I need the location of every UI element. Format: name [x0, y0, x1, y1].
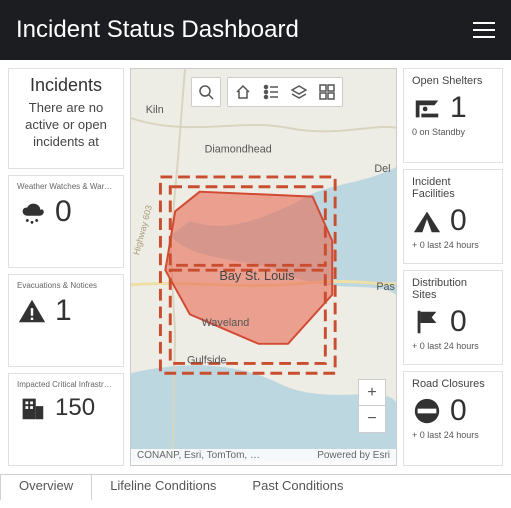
building-icon	[17, 393, 47, 423]
attrib-left: CONANP, Esri, TomTom, …	[137, 450, 260, 464]
roads-card: Road Closures 0 + 0 last 24 hours	[403, 371, 503, 466]
evac-title: Evacuations & Notices	[17, 281, 115, 290]
infra-card: Impacted Critical Infrastructure 150	[8, 373, 124, 466]
roads-value: 0	[450, 394, 467, 428]
zoom-control: + −	[358, 379, 386, 433]
map-label-gulfside: Gulfside	[187, 354, 227, 366]
map-toolbar	[191, 77, 343, 107]
flag-icon	[412, 307, 442, 337]
dist-card: Distribution Sites 0 + 0 last 24 hours	[403, 270, 503, 365]
map-label-del: Del	[374, 163, 390, 175]
watches-card: Weather Watches & Warnings 0	[8, 175, 124, 268]
map-label-bay: Bay St. Louis	[219, 268, 294, 283]
shelters-card: Open Shelters 1 0 on Standby	[403, 68, 503, 163]
legend-icon[interactable]	[262, 83, 280, 101]
evac-card: Evacuations & Notices 1	[8, 274, 124, 367]
map-search-button[interactable]	[191, 77, 221, 107]
roads-sub: + 0 last 24 hours	[412, 430, 494, 440]
map-canvas[interactable]: Kiln Diamondhead Del Bay St. Louis Wavel…	[131, 69, 396, 462]
rain-cloud-icon	[17, 197, 47, 227]
facilities-title: Incident Facilities	[412, 176, 494, 200]
facilities-sub: + 0 last 24 hours	[412, 240, 494, 250]
tab-lifeline[interactable]: Lifeline Conditions	[92, 475, 234, 500]
app-header: Incident Status Dashboard	[0, 0, 511, 60]
search-icon	[197, 83, 215, 101]
tab-overview[interactable]: Overview	[0, 475, 92, 501]
layers-icon[interactable]	[290, 83, 308, 101]
roads-title: Road Closures	[412, 378, 494, 390]
map-panel[interactable]: Kiln Diamondhead Del Bay St. Louis Wavel…	[130, 68, 397, 466]
shelter-icon	[412, 93, 442, 123]
shelters-title: Open Shelters	[412, 75, 494, 87]
map-label-diamondhead: Diamondhead	[205, 143, 272, 155]
shelters-sub: 0 on Standby	[412, 127, 494, 137]
left-column: Incidents There are no active or open in…	[8, 68, 124, 466]
incidents-desc: There are no active or open incidents at	[17, 100, 115, 151]
zoom-out-button[interactable]: −	[359, 406, 385, 432]
map-label-pas: Pas	[376, 281, 395, 293]
evac-value: 1	[55, 294, 72, 328]
map-label-kiln: Kiln	[146, 104, 164, 116]
zoom-in-button[interactable]: +	[359, 380, 385, 406]
dist-value: 0	[450, 305, 467, 339]
no-entry-icon	[412, 396, 442, 426]
infra-title: Impacted Critical Infrastructure	[17, 380, 115, 389]
incidents-card: Incidents There are no active or open in…	[8, 68, 124, 169]
dist-sub: + 0 last 24 hours	[412, 341, 494, 351]
basemap-icon[interactable]	[318, 83, 336, 101]
right-column: Open Shelters 1 0 on Standby Incident Fa…	[403, 68, 503, 466]
dashboard-main: Incidents There are no active or open in…	[0, 60, 511, 474]
attrib-right[interactable]: Powered by Esri	[317, 450, 390, 464]
map-attribution: CONANP, Esri, TomTom, … Powered by Esri	[131, 449, 396, 465]
facilities-card: Incident Facilities 0 + 0 last 24 hours	[403, 169, 503, 264]
facilities-value: 0	[450, 204, 467, 238]
shelters-value: 1	[450, 91, 467, 125]
warning-icon	[17, 296, 47, 326]
watches-title: Weather Watches & Warnings	[17, 182, 115, 191]
watches-value: 0	[55, 195, 72, 229]
map-tools-group	[227, 77, 343, 107]
menu-icon[interactable]	[473, 22, 495, 38]
dist-title: Distribution Sites	[412, 277, 494, 301]
map-label-waveland: Waveland	[202, 317, 250, 329]
tab-past[interactable]: Past Conditions	[234, 475, 361, 500]
infra-value: 150	[55, 394, 95, 422]
incidents-title: Incidents	[17, 75, 115, 96]
tent-icon	[412, 206, 442, 236]
app-title: Incident Status Dashboard	[16, 16, 299, 44]
home-icon[interactable]	[234, 83, 252, 101]
tab-bar: Overview Lifeline Conditions Past Condit…	[0, 474, 511, 500]
